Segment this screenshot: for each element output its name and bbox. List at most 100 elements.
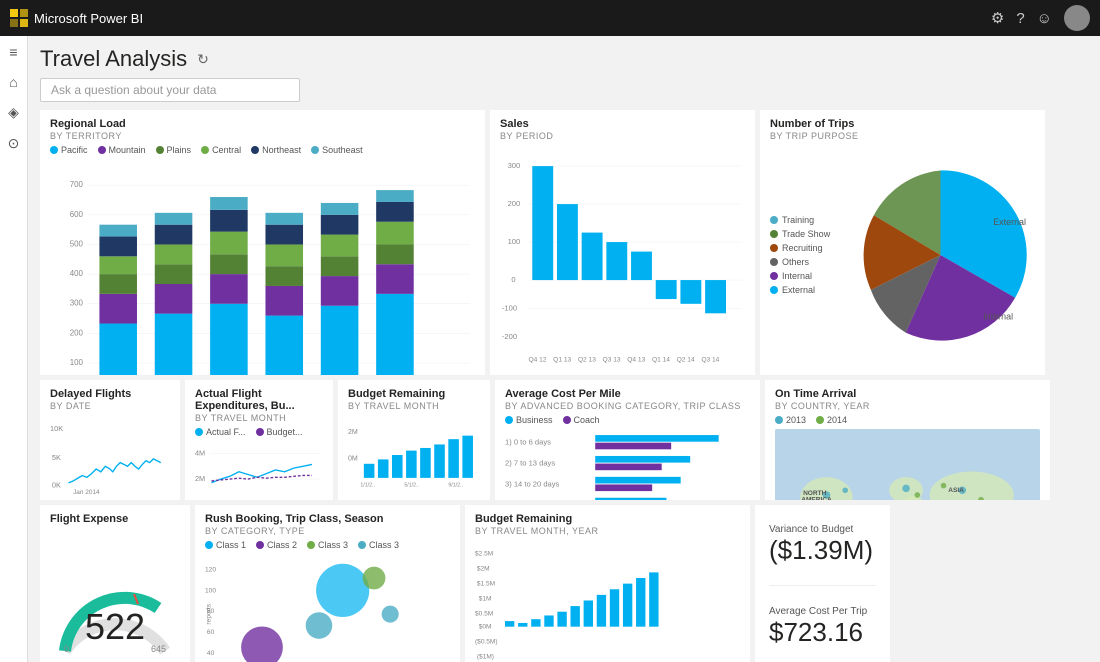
gauge-value: 522 bbox=[85, 606, 145, 648]
svg-text:0K: 0K bbox=[52, 481, 61, 490]
search-bar[interactable]: Ask a question about your data bbox=[40, 78, 300, 102]
svg-text:200: 200 bbox=[70, 328, 84, 337]
refresh-icon[interactable]: ↻ bbox=[197, 51, 209, 68]
map-placeholder: NORTH AMERICA SOUTH AMERICA AFRICA ASIA … bbox=[775, 429, 1040, 500]
header: Travel Analysis ↻ bbox=[40, 46, 1088, 72]
svg-text:Q3 13: Q3 13 bbox=[603, 357, 621, 364]
label-class4: Class 3 bbox=[369, 540, 399, 550]
legend-dot-northeast bbox=[251, 146, 259, 154]
trips-title: Number of Trips bbox=[770, 118, 1035, 130]
legend-northeast: Northeast bbox=[251, 145, 301, 155]
legend-2013: 2013 bbox=[775, 415, 806, 425]
svg-text:($1M): ($1M) bbox=[477, 654, 494, 661]
svg-text:600: 600 bbox=[70, 210, 84, 219]
svg-text:-200: -200 bbox=[502, 332, 517, 341]
sidebar-nav-icon[interactable]: ≡ bbox=[9, 44, 17, 60]
sidebar: ≡ ⌂ ◈ ⊙ bbox=[0, 36, 28, 662]
svg-text:$1.5M: $1.5M bbox=[477, 580, 495, 587]
rush-legend: Class 1 Class 2 Class 3 Class 3 bbox=[205, 540, 450, 550]
legend-plains: Plains bbox=[156, 145, 192, 155]
flight-expense-card: Flight Expense 522 0 645 bbox=[40, 505, 190, 662]
label-others: Others bbox=[782, 257, 809, 267]
svg-text:2M: 2M bbox=[195, 474, 205, 483]
sidebar-search-icon[interactable]: ⊙ bbox=[8, 135, 20, 152]
legend-pacific: Pacific bbox=[50, 145, 88, 155]
ontime-card: On Time Arrival BY COUNTRY, YEAR 2013 20… bbox=[765, 380, 1050, 500]
legend-dot-plains bbox=[156, 146, 164, 154]
rush-subtitle: BY CATEGORY, TYPE bbox=[205, 526, 450, 536]
ontime-subtitle: BY COUNTRY, YEAR bbox=[775, 401, 1040, 411]
settings-icon[interactable]: ⚙ bbox=[991, 9, 1004, 27]
dashboard: Regional Load BY TERRITORY Pacific Mount… bbox=[40, 110, 1088, 662]
search-placeholder: Ask a question about your data bbox=[51, 83, 216, 97]
avg-cost-value: $723.16 bbox=[769, 617, 876, 648]
actual-flight-subtitle: BY TRAVEL MONTH bbox=[195, 413, 323, 423]
legend-training: Training bbox=[770, 215, 840, 225]
actual-flight-card: Actual Flight Expenditures, Bu... BY TRA… bbox=[185, 380, 333, 500]
dot-training bbox=[770, 216, 778, 224]
ontime-title: On Time Arrival bbox=[775, 388, 1040, 400]
svg-text:$1M: $1M bbox=[479, 595, 492, 602]
svg-text:$2M: $2M bbox=[477, 566, 490, 573]
gauge-min: 0 bbox=[64, 644, 69, 654]
label-business: Business bbox=[516, 415, 553, 425]
regional-load-card: Regional Load BY TERRITORY Pacific Mount… bbox=[40, 110, 485, 375]
budget-rem-small-title: Budget Remaining bbox=[348, 388, 480, 400]
label-class2: Class 2 bbox=[267, 540, 297, 550]
svg-text:ASIA: ASIA bbox=[948, 487, 964, 494]
svg-text:External: External bbox=[993, 217, 1026, 227]
rush-legend-class3: Class 3 bbox=[307, 540, 348, 550]
label-actual: Actual F... bbox=[206, 427, 246, 437]
svg-text:0: 0 bbox=[511, 275, 515, 284]
budget-big-title: Budget Remaining bbox=[475, 513, 740, 525]
legend-label-pacific: Pacific bbox=[61, 145, 88, 155]
svg-text:300: 300 bbox=[508, 161, 521, 170]
svg-text:120: 120 bbox=[205, 566, 216, 573]
svg-text:$2.5M: $2.5M bbox=[475, 551, 493, 558]
sidebar-pin-icon[interactable]: ◈ bbox=[8, 104, 19, 121]
delayed-title: Delayed Flights bbox=[50, 388, 170, 400]
budget-remaining-big-card: Budget Remaining BY TRAVEL MONTH, YEAR $… bbox=[465, 505, 750, 662]
actual-flight-title: Actual Flight Expenditures, Bu... bbox=[195, 388, 323, 412]
label-recruiting: Recruiting bbox=[782, 243, 823, 253]
variance-card: Variance to Budget ($1.39M) Average Cost… bbox=[755, 505, 890, 662]
logo-squares bbox=[10, 9, 28, 27]
avg-cost-legend: Business Coach bbox=[505, 415, 750, 425]
avg-cost-section: Average Cost Per Trip $723.16 bbox=[769, 606, 876, 648]
avg-cost-label: Average Cost Per Trip bbox=[769, 606, 876, 617]
avg-cost-subtitle: BY ADVANCED BOOKING CATEGORY, TRIP CLASS bbox=[505, 401, 750, 411]
legend-dot-southeast bbox=[311, 146, 319, 154]
svg-text:4M: 4M bbox=[195, 448, 205, 457]
label-coach: Coach bbox=[574, 415, 600, 425]
dot-external bbox=[770, 286, 778, 294]
actual-chart: 4M 2M 0M 2012 2014 bbox=[195, 441, 323, 500]
gauge-max: 645 bbox=[151, 644, 166, 654]
world-map: NORTH AMERICA SOUTH AMERICA AFRICA ASIA … bbox=[775, 429, 1040, 500]
help-icon[interactable]: ? bbox=[1016, 10, 1024, 27]
actual-legend: Actual F... Budget... bbox=[195, 427, 323, 437]
legend-label-central: Central bbox=[212, 145, 241, 155]
label-2014: 2014 bbox=[827, 415, 847, 425]
row1: Regional Load BY TERRITORY Pacific Mount… bbox=[40, 110, 1088, 375]
svg-text:$0.5M: $0.5M bbox=[475, 610, 493, 617]
rush-legend-class1: Class 1 bbox=[205, 540, 246, 550]
regional-load-title: Regional Load bbox=[50, 118, 475, 130]
sidebar-home-icon[interactable]: ⌂ bbox=[9, 74, 17, 90]
svg-text:0M: 0M bbox=[348, 455, 358, 462]
topbar-icons: ⚙ ? ☺ bbox=[991, 5, 1090, 31]
svg-text:AMERICA: AMERICA bbox=[801, 497, 832, 500]
delayed-flights-card: Delayed Flights BY DATE 10K 5K 0K Jan 20… bbox=[40, 380, 180, 500]
svg-text:5K: 5K bbox=[52, 453, 61, 462]
label-budget: Budget... bbox=[267, 427, 303, 437]
variance-value: ($1.39M) bbox=[769, 535, 876, 566]
svg-text:400: 400 bbox=[70, 269, 84, 278]
app-logo: Microsoft Power BI bbox=[10, 9, 143, 27]
user-smiley-icon[interactable]: ☺ bbox=[1037, 10, 1052, 27]
legend-label-northeast: Northeast bbox=[262, 145, 301, 155]
dot-budget bbox=[256, 428, 264, 436]
legend-recruiting: Recruiting bbox=[770, 243, 840, 253]
svg-text:1/1/2..: 1/1/2.. bbox=[360, 483, 375, 489]
avatar[interactable] bbox=[1064, 5, 1090, 31]
label-class1: Class 1 bbox=[216, 540, 246, 550]
svg-text:($0.5M): ($0.5M) bbox=[475, 639, 498, 646]
